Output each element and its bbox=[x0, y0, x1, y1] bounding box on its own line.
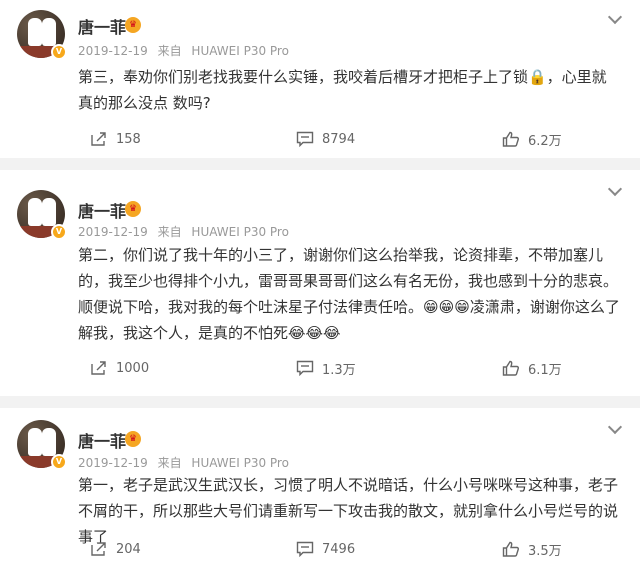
repost-count: 204 bbox=[116, 541, 141, 557]
repost-button[interactable]: 204 bbox=[90, 534, 141, 564]
source-prefix: 来自 bbox=[157, 44, 182, 58]
share-arrow-icon bbox=[91, 132, 106, 146]
post-meta: 2019-12-19 来自 HUAWEI P30 Pro bbox=[78, 223, 295, 240]
post-date: 2019-12-19 bbox=[78, 456, 148, 470]
member-crown-icon: ♛ bbox=[125, 201, 141, 217]
comment-icon bbox=[296, 131, 314, 147]
source-device: HUAWEI P30 Pro bbox=[191, 456, 289, 470]
post-separator bbox=[0, 396, 640, 408]
comment-icon bbox=[296, 360, 314, 376]
post-separator bbox=[0, 158, 640, 170]
thumbs-up-icon bbox=[502, 131, 519, 147]
like-button[interactable]: 6.2万 bbox=[502, 124, 562, 154]
member-crown-icon: ♛ bbox=[125, 17, 141, 33]
action-bar: 204 7496 3.5万 bbox=[0, 534, 640, 564]
action-bar: 1000 1.3万 6.1万 bbox=[0, 353, 640, 383]
like-count: 6.1万 bbox=[528, 362, 562, 378]
post-date: 2019-12-19 bbox=[78, 225, 148, 239]
thumbs-up-icon bbox=[502, 360, 519, 376]
comment-count: 8794 bbox=[322, 131, 356, 147]
weibo-post: V 唐一菲 ♛ 2019-12-19 来自 HUAWEI P30 Pro 第三，… bbox=[0, 0, 640, 158]
share-arrow-icon bbox=[91, 542, 106, 556]
like-button[interactable]: 6.1万 bbox=[502, 353, 562, 383]
post-text: 第二，你们说了我十年的小三了，谢谢你们这么抬举我，论资排辈，不带加塞儿的，我至少… bbox=[78, 246, 620, 342]
comment-count: 1.3万 bbox=[322, 362, 356, 378]
comment-button[interactable]: 1.3万 bbox=[296, 353, 356, 383]
comment-icon bbox=[296, 541, 314, 557]
username[interactable]: 唐一菲 bbox=[78, 428, 126, 452]
comment-button[interactable]: 8794 bbox=[296, 124, 355, 154]
post-meta: 2019-12-19 来自 HUAWEI P30 Pro bbox=[78, 42, 295, 59]
repost-button[interactable]: 158 bbox=[90, 124, 141, 154]
comment-button[interactable]: 7496 bbox=[296, 534, 355, 564]
verified-badge-icon: V bbox=[51, 224, 67, 240]
post-text: 第三，奉劝你们别老找我要什么实锤，我咬着后槽牙才把柜子上了锁🔒，心里就真的那么没… bbox=[78, 68, 607, 112]
source-prefix: 来自 bbox=[157, 456, 182, 470]
post-date: 2019-12-19 bbox=[78, 44, 148, 58]
share-arrow-icon bbox=[91, 361, 106, 375]
weibo-post: V 唐一菲 ♛ 2019-12-19 来自 HUAWEI P30 Pro 第二，… bbox=[0, 170, 640, 396]
username[interactable]: 唐一菲 bbox=[78, 14, 126, 38]
verified-badge-icon: V bbox=[51, 454, 67, 470]
source-device: HUAWEI P30 Pro bbox=[191, 44, 289, 58]
username[interactable]: 唐一菲 bbox=[78, 198, 126, 222]
chevron-down-icon[interactable] bbox=[607, 9, 623, 25]
like-button[interactable]: 3.5万 bbox=[502, 534, 562, 564]
post-meta: 2019-12-19 来自 HUAWEI P30 Pro bbox=[78, 454, 295, 471]
repost-button[interactable]: 1000 bbox=[90, 353, 149, 383]
thumbs-up-icon bbox=[502, 541, 519, 557]
like-count: 3.5万 bbox=[528, 543, 562, 559]
chevron-down-icon[interactable] bbox=[607, 419, 623, 435]
comment-count: 7496 bbox=[322, 541, 356, 557]
weibo-post: V 唐一菲 ♛ 2019-12-19 来自 HUAWEI P30 Pro 第一，… bbox=[0, 408, 640, 572]
source-device: HUAWEI P30 Pro bbox=[191, 225, 289, 239]
repost-count: 158 bbox=[116, 131, 141, 147]
repost-count: 1000 bbox=[116, 360, 150, 376]
member-crown-icon: ♛ bbox=[125, 431, 141, 447]
action-bar: 158 8794 6.2万 bbox=[0, 124, 640, 154]
chevron-down-icon[interactable] bbox=[607, 181, 623, 197]
source-prefix: 来自 bbox=[157, 225, 182, 239]
like-count: 6.2万 bbox=[528, 133, 562, 149]
verified-badge-icon: V bbox=[51, 44, 67, 60]
